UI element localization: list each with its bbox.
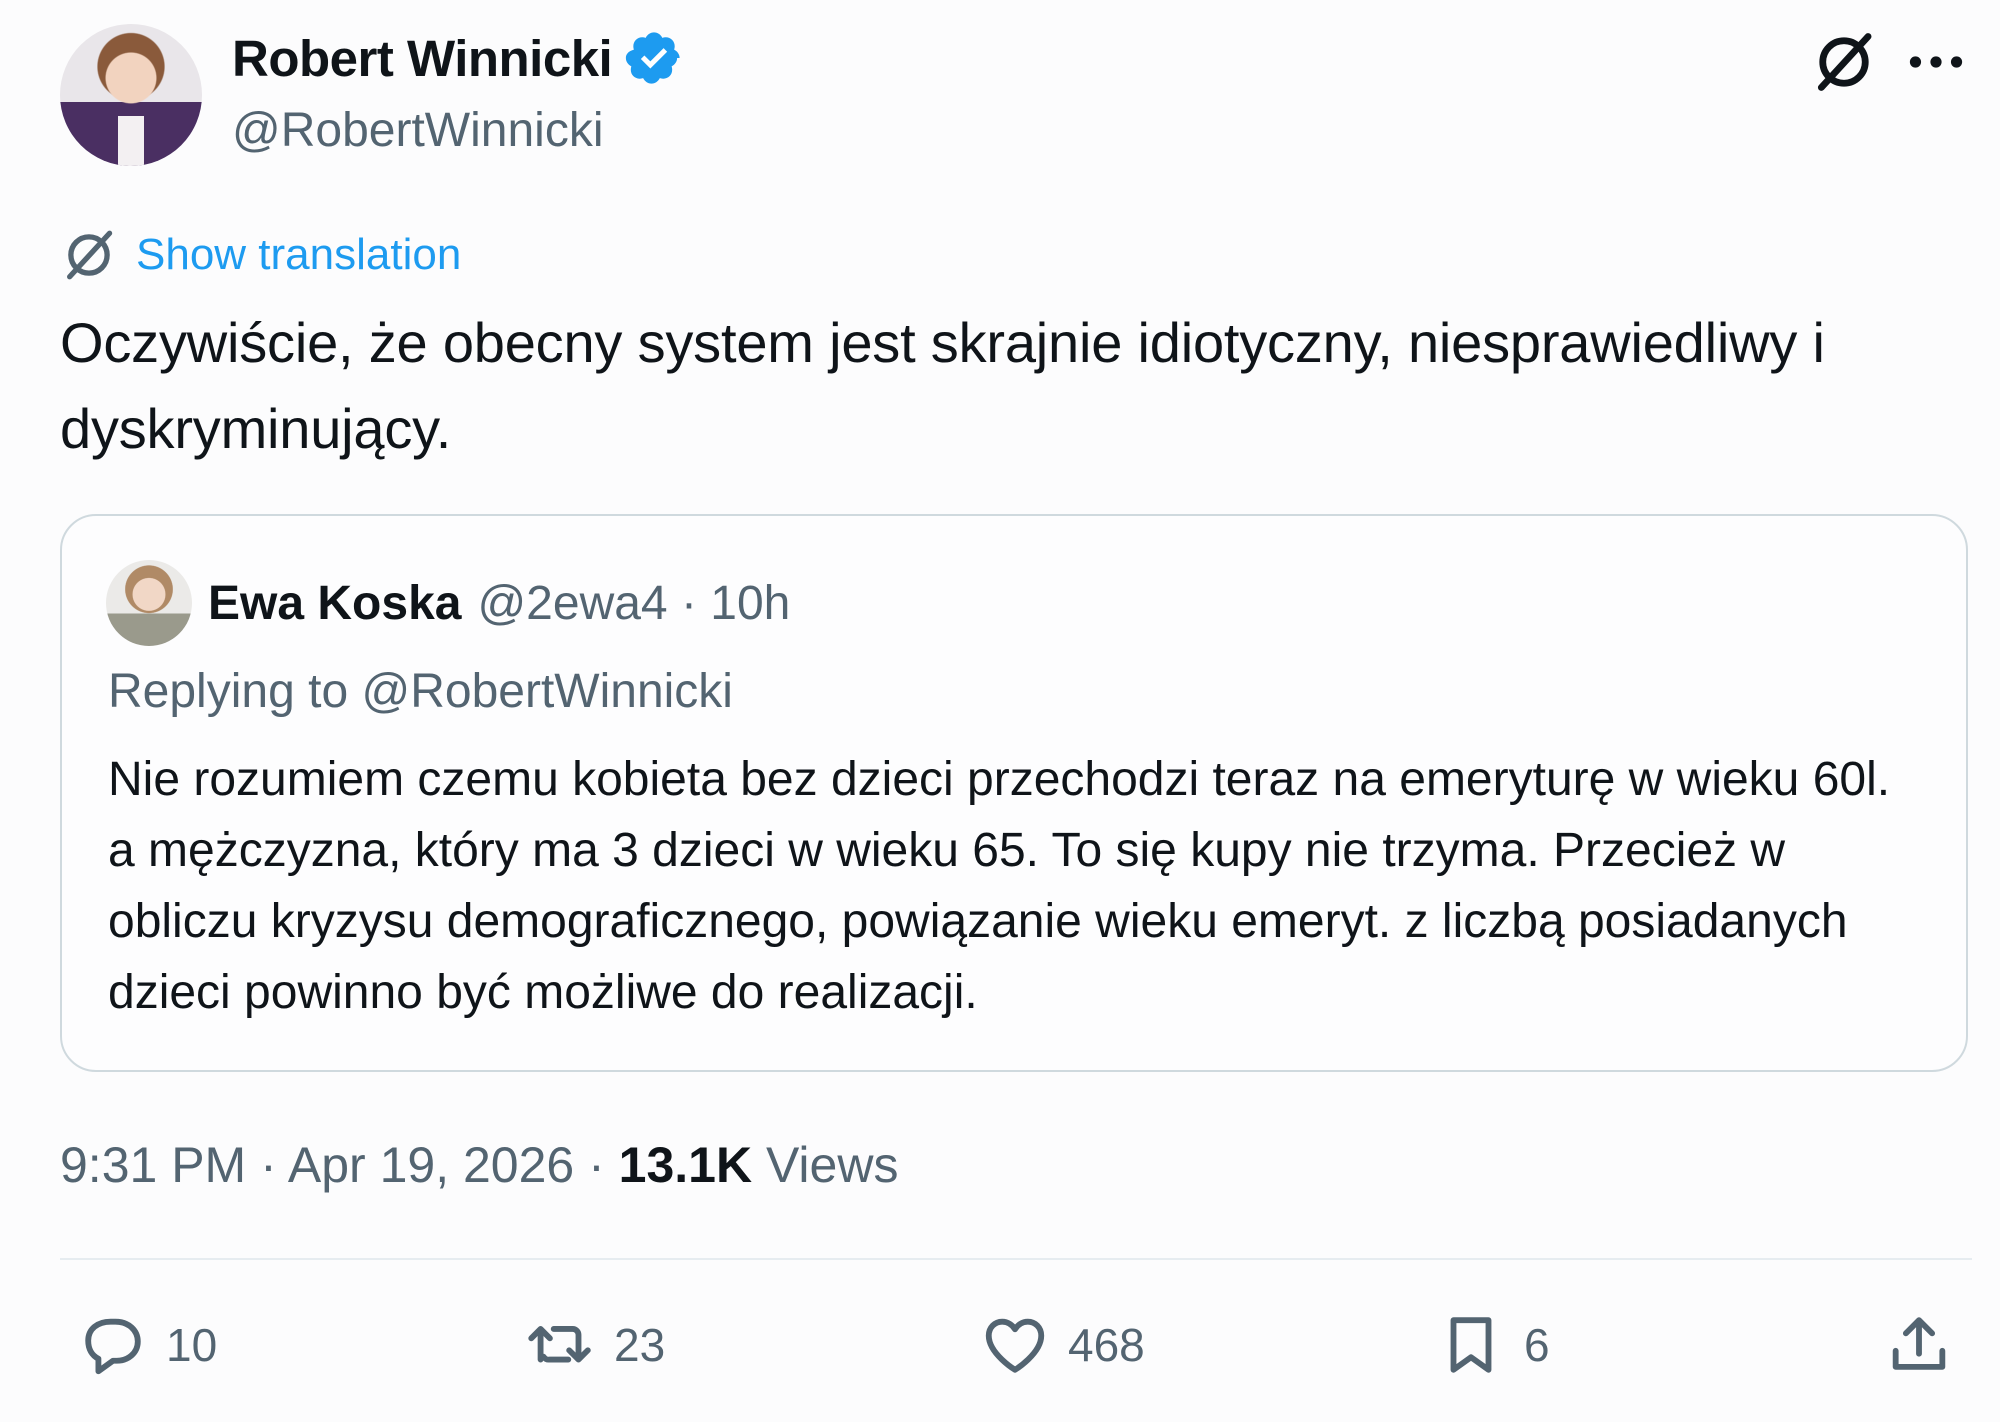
reply-count: 10 <box>166 1319 218 1371</box>
author-avatar[interactable] <box>60 24 202 166</box>
translate-icon <box>67 230 113 280</box>
verified-badge-icon <box>626 32 680 84</box>
retweet-button[interactable]: 23 <box>526 1310 665 1380</box>
tweet-page: Robert Winnicki @RobertWinnicki Show tra… <box>0 0 2000 1422</box>
replying-to-label: Replying to @RobertWinnicki <box>108 665 733 718</box>
author-name[interactable]: Robert Winnicki <box>232 28 684 88</box>
avatar-shirt <box>118 116 144 166</box>
like-count: 468 <box>1068 1319 1145 1371</box>
bookmark-icon <box>1450 1317 1492 1373</box>
bookmark-count: 6 <box>1524 1319 1550 1371</box>
quoted-author-meta: @2ewa4 · 10h <box>477 576 791 630</box>
like-button[interactable]: 468 <box>980 1310 1145 1380</box>
more-icon[interactable] <box>1908 44 1964 80</box>
author-handle[interactable]: @RobertWinnicki <box>232 103 603 158</box>
share-icon <box>1892 1317 1946 1370</box>
divider <box>60 1258 1972 1260</box>
bookmark-button[interactable]: 6 <box>1436 1310 1550 1380</box>
tweet-meta: 9:31 PM · Apr 19, 2026 · 13.1K Views <box>60 1136 898 1194</box>
tweet-text: Oczywiście, że obecny system jest skrajn… <box>60 311 1825 460</box>
quoted-author-avatar[interactable] <box>106 560 192 646</box>
views-count: 13.1K <box>618 1137 753 1193</box>
retweet-icon <box>528 1326 591 1363</box>
quoted-author-name[interactable]: Ewa Koska <box>208 576 461 631</box>
heart-icon <box>985 1318 1045 1373</box>
share-button[interactable] <box>1884 1310 1954 1380</box>
author-name-text[interactable]: Robert Winnicki <box>232 29 613 88</box>
quoted-tweet-text: Nie rozumiem czemu kobieta bez dzieci pr… <box>108 753 1891 1019</box>
show-translation-link[interactable]: Show translation <box>136 230 461 280</box>
show-translation-row[interactable]: Show translation <box>60 226 461 284</box>
reply-icon <box>85 1318 141 1375</box>
quoted-tweet-card[interactable]: Ewa Koska @2ewa4 · 10h Replying to @Robe… <box>60 514 1968 1072</box>
tweet-timestamp[interactable]: 9:31 PM · Apr 19, 2026 · <box>60 1137 619 1193</box>
reply-button[interactable]: 10 <box>78 1310 217 1380</box>
views-label: Views <box>752 1137 899 1193</box>
quoted-tweet-header: Ewa Koska @2ewa4 · 10h <box>106 560 790 646</box>
grok-icon[interactable] <box>1810 28 1878 96</box>
retweet-count: 23 <box>614 1319 666 1371</box>
